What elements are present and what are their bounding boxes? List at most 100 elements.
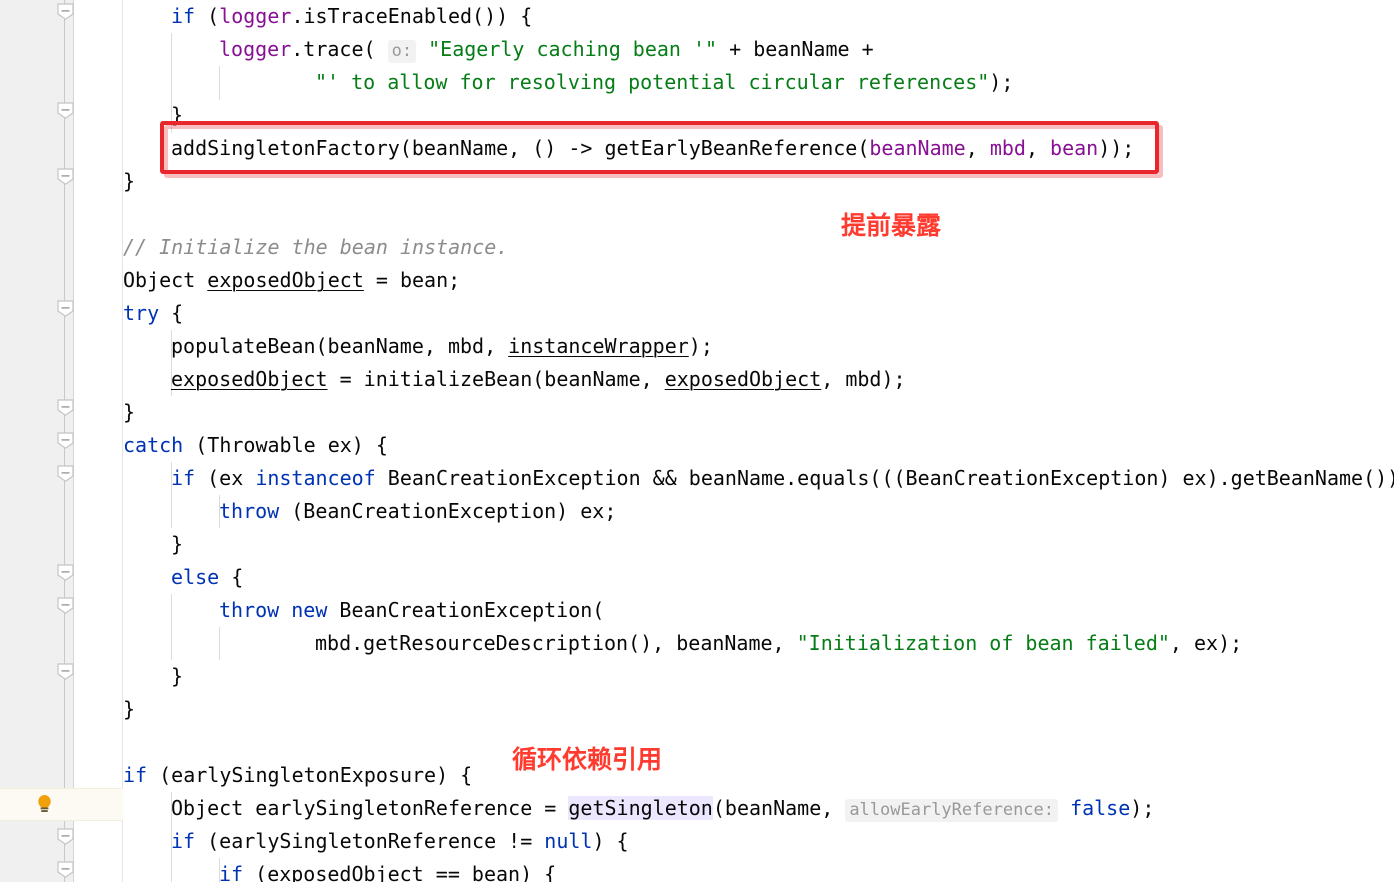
code-token: , mbd); (821, 367, 906, 391)
fold-marker-collapse[interactable] (57, 432, 74, 449)
code-token: exposedObject (267, 862, 424, 882)
code-token: if (171, 829, 196, 853)
code-token: if (219, 862, 244, 882)
code-line[interactable]: if (logger.isTraceEnabled()) { (171, 0, 532, 33)
code-line[interactable]: if (earlySingletonReference != null) { (171, 825, 629, 858)
code-token: (BeanCreationException) ex; (279, 499, 617, 523)
code-token: logger (219, 4, 292, 28)
annotation-gutter[interactable] (74, 0, 123, 882)
code-token: = initializeBean(beanName, (327, 367, 665, 391)
code-token: , ex); (1169, 631, 1243, 655)
code-token: if (171, 4, 196, 28)
annotation-early-exposure: 提前暴露 (841, 211, 942, 240)
code-line[interactable]: } (171, 528, 183, 561)
fold-marker-collapse[interactable] (57, 300, 74, 317)
code-token: Object (123, 268, 208, 292)
code-line[interactable]: throw (BeanCreationException) ex; (219, 495, 616, 528)
fold-marker-collapse[interactable] (57, 3, 74, 20)
fold-marker-collapse[interactable] (57, 597, 74, 614)
code-token: ); (688, 334, 713, 358)
code-token: if (123, 763, 148, 787)
code-token: getSingleton (568, 796, 713, 820)
code-token: ) { (592, 829, 629, 853)
code-token: populateBean(beanName, mbd, (171, 334, 509, 358)
code-line[interactable]: populateBean(beanName, mbd, instanceWrap… (171, 330, 713, 363)
code-token: BeanCreationException( (327, 598, 605, 622)
code-token: } (123, 400, 136, 424)
code-line[interactable]: if (earlySingletonExposure) { (123, 759, 472, 792)
indent-guide (219, 66, 220, 100)
code-token: "Initialization of bean failed" (796, 631, 1170, 655)
code-line[interactable]: try { (123, 297, 183, 330)
code-token: null (544, 829, 593, 853)
fold-marker-collapse[interactable] (57, 465, 74, 482)
code-line[interactable]: exposedObject = initializeBean(beanName,… (171, 363, 906, 396)
parameter-hint: o: (387, 40, 417, 63)
code-token: instanceWrapper (508, 334, 689, 358)
code-token: mbd.getResourceDescription(), beanName, (315, 631, 797, 655)
code-token: { (219, 565, 244, 589)
indent-guide (219, 627, 220, 660)
fold-marker-collapse[interactable] (57, 564, 74, 581)
code-token: logger (219, 37, 292, 61)
code-token: } (123, 169, 136, 193)
code-line[interactable]: logger.trace( o: "Eagerly caching bean '… (219, 33, 874, 66)
code-token: if (171, 466, 196, 490)
code-line[interactable]: throw new BeanCreationException( (219, 594, 604, 627)
code-token: (ex (195, 466, 256, 490)
code-token: (beanName, (712, 796, 846, 820)
code-line[interactable]: } (171, 660, 183, 693)
code-token: instanceof (255, 466, 376, 490)
fold-marker-collapse[interactable] (57, 168, 74, 185)
code-token: BeanCreationException && beanName.equals… (375, 466, 1394, 490)
code-token: exposedObject (171, 367, 328, 391)
indent-guide (171, 594, 172, 660)
code-token: + beanName + (717, 37, 874, 61)
code-line[interactable]: mbd.getResourceDescription(), beanName, … (315, 627, 1242, 660)
code-token: ( (195, 4, 220, 28)
code-line[interactable]: "' to allow for resolving potential circ… (315, 66, 1013, 99)
code-token: .trace( (291, 37, 388, 61)
code-token: (earlySingletonReference != (195, 829, 545, 853)
code-token: { (159, 301, 184, 325)
code-token: exposedObject (207, 268, 364, 292)
code-token: } (171, 664, 184, 688)
fold-marker-collapse[interactable] (57, 861, 74, 878)
code-token: = bean; (363, 268, 461, 292)
code-line[interactable]: if (ex instanceof BeanCreationException … (171, 462, 1394, 495)
code-line[interactable]: Object earlySingletonReference = getSing… (171, 792, 1154, 825)
code-line[interactable]: } (123, 165, 135, 198)
annotation-circular-dependency: 循环依赖引用 (512, 745, 663, 774)
code-line[interactable]: Object exposedObject = bean; (123, 264, 460, 297)
code-line[interactable]: else { (171, 561, 243, 594)
code-token: == bean) { (423, 862, 557, 882)
code-token: else (171, 565, 220, 589)
fold-marker-collapse[interactable] (57, 102, 74, 119)
code-token: ); (989, 70, 1014, 94)
fold-marker-collapse[interactable] (57, 663, 74, 680)
lightbulb-icon[interactable] (36, 794, 53, 814)
code-token: ( (243, 862, 268, 882)
callout-shadow (164, 125, 1163, 178)
code-token: "Eagerly caching bean '" (428, 37, 718, 61)
code-token: (Throwable ex) { (183, 433, 388, 457)
code-line[interactable]: } (123, 693, 135, 726)
code-token: new (291, 598, 328, 622)
code-line[interactable]: if (exposedObject == bean) { (219, 858, 556, 882)
code-token: exposedObject (664, 367, 822, 391)
code-line[interactable]: catch (Throwable ex) { (123, 429, 388, 462)
code-token: "' to allow for resolving potential circ… (315, 70, 990, 94)
code-token: (earlySingletonExposure) { (147, 763, 473, 787)
code-token: throw (219, 499, 280, 523)
parameter-hint: allowEarlyReference: (845, 799, 1059, 822)
code-line[interactable]: // Initialize the bean instance. (123, 231, 508, 264)
code-token: try (123, 301, 160, 325)
code-token: throw (219, 598, 280, 622)
code-token: false (1070, 796, 1131, 820)
code-line[interactable]: } (123, 396, 135, 429)
fold-marker-collapse[interactable] (57, 399, 74, 416)
fold-marker-collapse[interactable] (57, 828, 74, 845)
